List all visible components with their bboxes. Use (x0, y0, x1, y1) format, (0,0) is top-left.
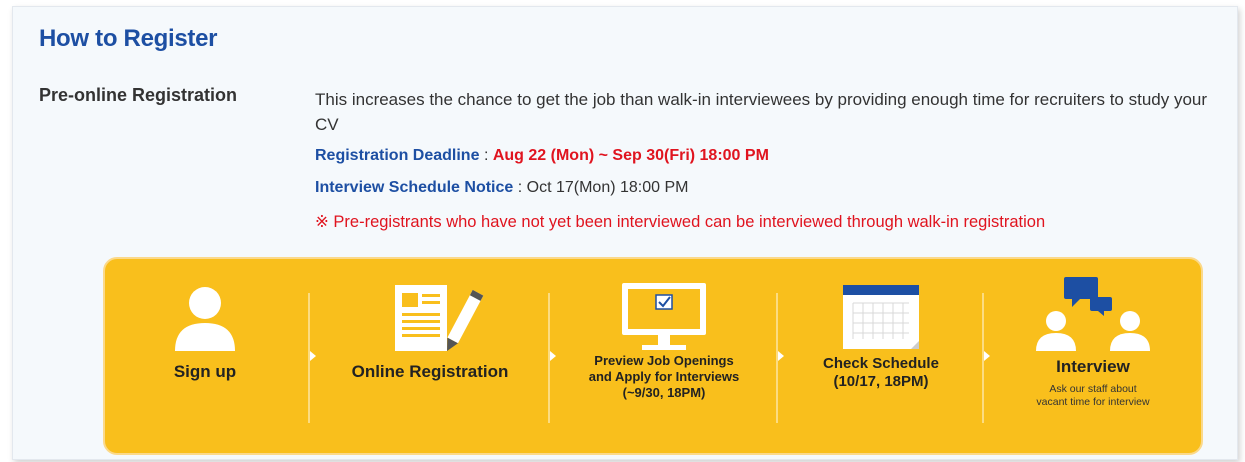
deadline-separator: : (483, 147, 489, 164)
step-sign-up: Sign up (105, 259, 305, 453)
section-description: This increases the chance to get the job… (315, 90, 1208, 134)
page-title: How to Register (39, 25, 218, 52)
step-label-line2: and Apply for Interviews (588, 369, 740, 384)
steps-box: Sign up Online Registration Preview Job … (103, 257, 1203, 455)
step-label-block: Preview Job Openings and Apply for Inter… (555, 353, 773, 401)
schedule-separator: : (517, 179, 523, 196)
step-sublabel: Ask our staff about vacant time for inte… (989, 383, 1197, 409)
step-label-line1: Preview Job Openings (594, 353, 734, 368)
step-label: Online Registration (351, 362, 509, 381)
step-label-line1: Check Schedule (823, 355, 939, 372)
step-online-registration: Online Registration (315, 259, 545, 453)
step-interview: Interview Ask our staff about vacant tim… (989, 259, 1197, 453)
interview-chat-icon (989, 275, 1197, 351)
step-label-block: Check Schedule (10/17, 18PM) (783, 355, 979, 391)
form-pencil-icon (315, 283, 545, 353)
calendar-icon (783, 283, 979, 353)
registration-panel: How to Register Pre-online Registration … (12, 6, 1238, 460)
step-check-schedule: Check Schedule (10/17, 18PM) (783, 259, 979, 453)
user-icon (105, 283, 305, 353)
step-label-line3: (~9/30, 18PM) (622, 385, 706, 400)
deadline-value: Aug 22 (Mon) ~ Sep 30(Fri) 18:00 PM (492, 147, 769, 164)
step-label: Interview (1056, 357, 1130, 376)
step-label: Sign up (173, 362, 237, 381)
schedule-key: Interview Schedule Notice (315, 179, 514, 196)
step-sublabel-line1: Ask our staff about (1049, 383, 1137, 395)
deadline-row: Registration Deadline : Aug 22 (Mon) ~ S… (315, 147, 769, 165)
section-label: Pre-online Registration (39, 85, 238, 105)
schedule-row: Interview Schedule Notice : Oct 17(Mon) … (315, 179, 688, 197)
walk-in-note: ※ Pre-registrants who have not yet been … (315, 213, 1046, 231)
step-sublabel-line2: vacant time for interview (1036, 396, 1150, 408)
monitor-check-icon (555, 283, 773, 353)
step-label-line2: (10/17, 18PM) (833, 373, 929, 390)
deadline-key: Registration Deadline (315, 147, 480, 164)
step-preview-jobs: Preview Job Openings and Apply for Inter… (555, 259, 773, 453)
schedule-value: Oct 17(Mon) 18:00 PM (526, 179, 689, 196)
